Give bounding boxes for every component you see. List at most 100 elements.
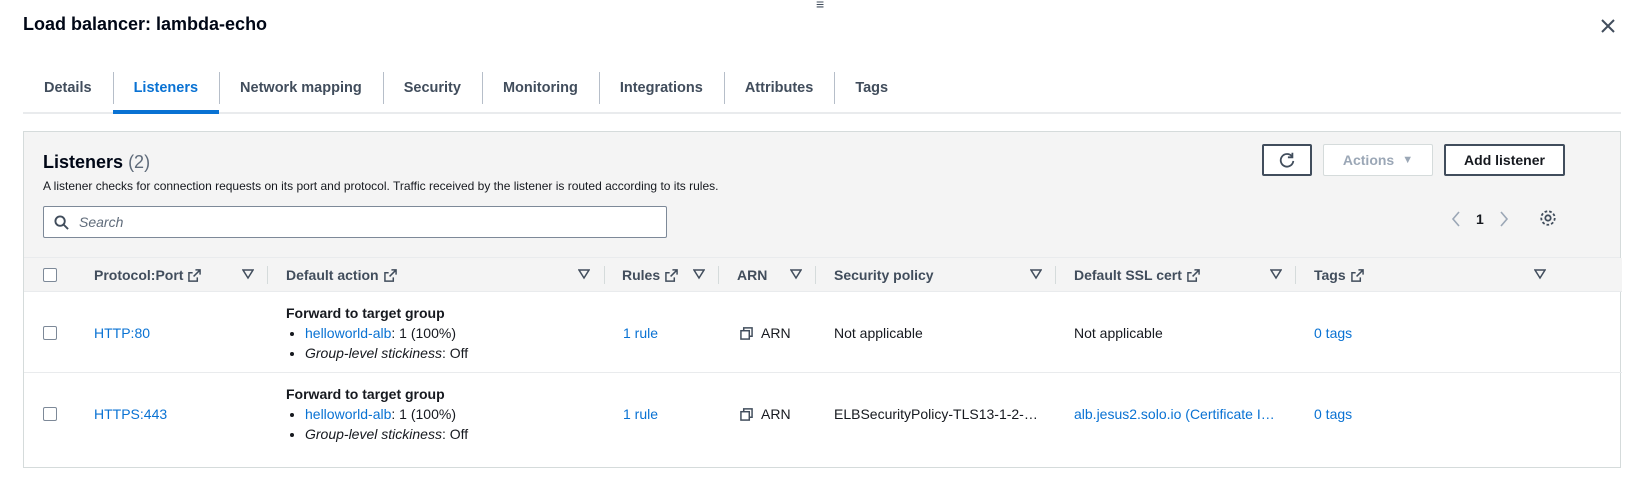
listener-count: (2) xyxy=(128,152,151,172)
column-default-action[interactable]: Default action xyxy=(286,258,397,292)
search-box xyxy=(43,206,667,238)
copy-icon xyxy=(740,326,753,340)
protocol-port-link[interactable]: HTTP:80 xyxy=(94,325,150,341)
refresh-button[interactable] xyxy=(1262,144,1312,176)
tab-security[interactable]: Security xyxy=(382,64,482,112)
listeners-table: Protocol:Port Default action Rules ARN S… xyxy=(24,258,1622,454)
tab-tags[interactable]: Tags xyxy=(834,64,909,112)
column-divider[interactable] xyxy=(815,266,816,284)
search-icon xyxy=(54,214,69,230)
tab-listeners[interactable]: Listeners xyxy=(112,64,220,114)
add-listener-button[interactable]: Add listener xyxy=(1444,144,1565,176)
panel-title-text: Listeners xyxy=(43,152,124,172)
drag-handle-icon[interactable]: ≡ xyxy=(816,0,824,11)
tags-link[interactable]: 0 tags xyxy=(1314,325,1352,341)
arn-label: ARN xyxy=(761,325,791,341)
column-protocol-port[interactable]: Protocol:Port xyxy=(94,258,202,292)
actions-button[interactable]: Actions ▼ xyxy=(1323,144,1433,176)
action-title: Forward to target group xyxy=(286,305,445,321)
column-label: Default SSL cert xyxy=(1074,267,1182,283)
external-link-icon xyxy=(1187,268,1200,282)
actions-label: Actions xyxy=(1342,152,1395,168)
default-action-cell: Forward to target group helloworld-alb: … xyxy=(286,386,468,444)
column-label: Rules xyxy=(622,267,661,283)
copy-icon xyxy=(740,407,753,421)
listeners-panel: Listeners (2) A listener checks for conn… xyxy=(23,131,1622,468)
list-item: Group-level stickiness: Off xyxy=(305,424,468,444)
column-label: Default action xyxy=(286,267,379,283)
table-row: HTTPS:443 Forward to target group hellow… xyxy=(24,373,1622,454)
row-checkbox[interactable] xyxy=(43,407,57,421)
rules-link[interactable]: 1 rule xyxy=(623,325,658,341)
table-header: Protocol:Port Default action Rules ARN S… xyxy=(24,258,1622,292)
column-divider[interactable] xyxy=(1295,266,1296,284)
action-details: helloworld-alb: 1 (100%) Group-level sti… xyxy=(286,323,468,363)
page-title: Load balancer: lambda-echo xyxy=(23,14,268,34)
search-input[interactable] xyxy=(79,214,639,230)
stickiness-label: Group-level stickiness xyxy=(305,345,442,361)
row-checkbox[interactable] xyxy=(43,326,57,340)
sort-icon[interactable] xyxy=(693,268,705,280)
tab-details[interactable]: Details xyxy=(23,64,113,112)
external-link-icon xyxy=(665,268,678,282)
column-rules[interactable]: Rules xyxy=(622,258,678,292)
rules-link[interactable]: 1 rule xyxy=(623,406,658,422)
default-action-cell: Forward to target group helloworld-alb: … xyxy=(286,305,468,363)
target-weight: : 1 (100%) xyxy=(391,406,456,422)
target-weight: : 1 (100%) xyxy=(391,325,456,341)
refresh-icon xyxy=(1279,152,1295,168)
close-icon[interactable] xyxy=(1598,16,1618,36)
chevron-right-icon[interactable] xyxy=(1498,210,1510,228)
list-item: helloworld-alb: 1 (100%) xyxy=(305,323,468,343)
target-group-link[interactable]: helloworld-alb xyxy=(305,325,391,341)
sort-icon[interactable] xyxy=(790,268,802,280)
column-divider[interactable] xyxy=(1055,266,1056,284)
column-label: Protocol:Port xyxy=(94,267,184,283)
sort-icon[interactable] xyxy=(578,268,590,280)
column-arn[interactable]: ARN xyxy=(737,258,767,292)
sort-icon[interactable] xyxy=(1030,268,1042,280)
table-row: HTTP:80 Forward to target group hellowor… xyxy=(24,292,1622,373)
chevron-left-icon[interactable] xyxy=(1450,210,1462,228)
tab-bar: Details Listeners Network mapping Securi… xyxy=(23,64,1621,114)
column-divider[interactable] xyxy=(267,266,268,284)
column-tags[interactable]: Tags xyxy=(1314,258,1364,292)
stickiness-value: : Off xyxy=(441,345,469,361)
sort-icon[interactable] xyxy=(242,268,254,280)
column-default-ssl-cert[interactable]: Default SSL cert xyxy=(1074,258,1200,292)
stickiness-label: Group-level stickiness xyxy=(305,426,442,442)
arn-copy[interactable]: ARN xyxy=(740,406,791,422)
target-group-link[interactable]: helloworld-alb xyxy=(305,406,391,422)
gear-icon[interactable] xyxy=(1539,209,1557,227)
external-link-icon xyxy=(383,268,397,282)
sort-icon[interactable] xyxy=(1534,268,1546,280)
panel-description: A listener checks for connection request… xyxy=(43,179,719,193)
column-label: Security policy xyxy=(834,267,934,283)
column-divider[interactable] xyxy=(718,266,719,284)
tab-integrations[interactable]: Integrations xyxy=(598,64,724,112)
external-link-icon xyxy=(1350,268,1364,282)
select-all-checkbox[interactable] xyxy=(43,268,57,282)
ssl-cert-link[interactable]: alb.jesus2.solo.io (Certificate I… xyxy=(1074,406,1275,422)
column-label: ARN xyxy=(737,267,768,283)
action-details: helloworld-alb: 1 (100%) Group-level sti… xyxy=(286,404,468,444)
panel-header: Listeners (2) A listener checks for conn… xyxy=(24,132,1620,258)
tags-link[interactable]: 0 tags xyxy=(1314,406,1352,422)
column-security-policy[interactable]: Security policy xyxy=(834,258,934,292)
action-title: Forward to target group xyxy=(286,386,445,402)
list-item: Group-level stickiness: Off xyxy=(305,343,468,363)
tab-monitoring[interactable]: Monitoring xyxy=(481,64,599,112)
protocol-port-link[interactable]: HTTPS:443 xyxy=(94,406,167,422)
stickiness-value: : Off xyxy=(441,426,469,442)
sort-icon[interactable] xyxy=(1270,268,1282,280)
list-item: helloworld-alb: 1 (100%) xyxy=(305,404,468,424)
arn-copy[interactable]: ARN xyxy=(740,325,791,341)
panel-title: Listeners (2) xyxy=(43,152,150,173)
pagination: 1 xyxy=(1450,210,1510,228)
tab-network-mapping[interactable]: Network mapping xyxy=(219,64,383,112)
page-number[interactable]: 1 xyxy=(1476,211,1484,227)
column-divider[interactable] xyxy=(604,266,605,284)
column-label: Tags xyxy=(1314,267,1346,283)
external-link-icon xyxy=(188,268,202,282)
tab-attributes[interactable]: Attributes xyxy=(723,64,834,112)
